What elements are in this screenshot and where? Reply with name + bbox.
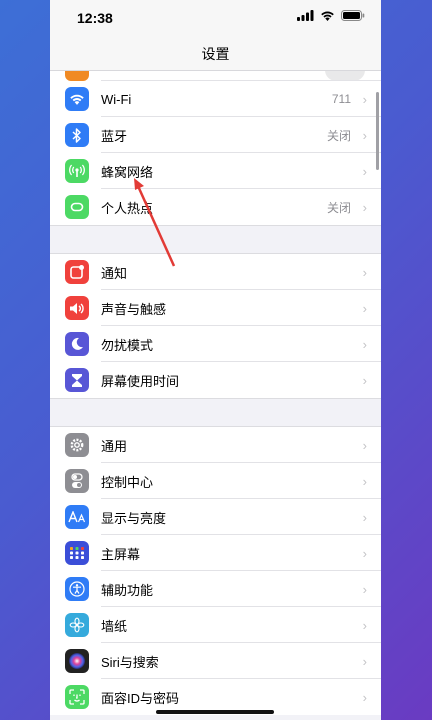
hourglass-icon — [65, 368, 89, 392]
toggles-icon — [65, 469, 89, 493]
accessibility-icon — [65, 577, 89, 601]
faceid-icon — [65, 685, 89, 709]
row-value: 关闭 — [326, 200, 351, 215]
row-general[interactable]: 通用 › — [50, 427, 381, 463]
chevron-right-icon: › — [362, 199, 367, 215]
row-hotspot[interactable]: 个人热点 关闭 › — [50, 189, 381, 225]
status-time: 12:38 — [77, 10, 113, 26]
gear-icon — [65, 433, 89, 457]
row-notifications[interactable]: 通知 › — [50, 254, 381, 290]
general-group: 通用 › 控制中心 › 显示与亮度 › 主屏幕 › 辅助功能 › 墙纸 › Si… — [50, 427, 381, 715]
row-label: 控制中心 — [101, 474, 154, 490]
grid-icon — [65, 541, 89, 565]
row-label: 显示与亮度 — [101, 510, 167, 526]
row-label: 屏幕使用时间 — [101, 373, 180, 389]
row-label: 蓝牙 — [101, 128, 128, 144]
row-siri-search[interactable]: Siri与搜索 › — [50, 643, 381, 679]
row-label: 通用 — [101, 438, 128, 454]
row-label: 辅助功能 — [101, 582, 154, 598]
connectivity-group: Wi-Fi 711 › 蓝牙 关闭 › 蜂窝网络 › 个人热点 关闭 › — [50, 81, 381, 225]
speaker-icon — [65, 296, 89, 320]
partial-row-airplane[interactable] — [50, 71, 381, 81]
home-indicator[interactable] — [156, 710, 274, 714]
chevron-right-icon: › — [362, 300, 367, 316]
chevron-right-icon: › — [362, 473, 367, 489]
settings-list[interactable]: Wi-Fi 711 › 蓝牙 关闭 › 蜂窝网络 › 个人热点 关闭 › 通知 … — [50, 71, 381, 715]
row-display-brightness[interactable]: 显示与亮度 › — [50, 499, 381, 535]
row-label: 通知 — [101, 265, 128, 281]
navigation-bar: 设置 — [50, 36, 381, 71]
chevron-right-icon: › — [362, 689, 367, 705]
row-value: 关闭 — [326, 128, 351, 143]
chevron-right-icon: › — [362, 437, 367, 453]
notification-icon — [65, 260, 89, 284]
row-label: 声音与触感 — [101, 301, 167, 317]
page-title: 设置 — [201, 46, 230, 62]
aa-icon — [65, 505, 89, 529]
bluetooth-icon — [65, 123, 89, 147]
hotspot-icon — [65, 195, 89, 219]
chevron-right-icon: › — [362, 617, 367, 633]
chevron-right-icon: › — [362, 336, 367, 352]
row-wifi[interactable]: Wi-Fi 711 › — [50, 81, 381, 117]
chevron-right-icon: › — [362, 127, 367, 143]
chevron-right-icon: › — [362, 91, 367, 107]
chevron-right-icon: › — [362, 163, 367, 179]
row-cellular[interactable]: 蜂窝网络 › — [50, 153, 381, 189]
group-separator — [50, 225, 381, 254]
wifi-icon — [65, 87, 89, 111]
row-home-screen[interactable]: 主屏幕 › — [50, 535, 381, 571]
chevron-right-icon: › — [362, 545, 367, 561]
settings-screen: 12:38 设置 Wi-Fi 711 › 蓝牙 关闭 › 蜂窝网络 › 个人热点… — [50, 0, 381, 720]
row-screen-time[interactable]: 屏幕使用时间 › — [50, 362, 381, 398]
signal-icon — [297, 10, 314, 21]
airplane-icon — [65, 71, 89, 81]
row-label: 面容ID与密码 — [101, 690, 180, 706]
status-bar: 12:38 — [50, 0, 381, 36]
moon-icon — [65, 332, 89, 356]
row-accessibility[interactable]: 辅助功能 › — [50, 571, 381, 607]
row-label: Siri与搜索 — [101, 654, 159, 670]
group-separator — [50, 398, 381, 427]
row-wallpaper[interactable]: 墙纸 › — [50, 607, 381, 643]
flower-icon — [65, 613, 89, 637]
chevron-right-icon: › — [362, 653, 367, 669]
row-do-not-disturb[interactable]: 勿扰模式 › — [50, 326, 381, 362]
row-label: 个人热点 — [101, 200, 154, 216]
notifications-group: 通知 › 声音与触感 › 勿扰模式 › 屏幕使用时间 › — [50, 254, 381, 398]
chevron-right-icon: › — [362, 264, 367, 280]
scrollbar[interactable] — [376, 92, 379, 170]
row-label: 主屏幕 — [101, 546, 141, 562]
chevron-right-icon: › — [362, 372, 367, 388]
battery-icon — [341, 10, 365, 21]
chevron-right-icon: › — [362, 509, 367, 525]
antenna-icon — [65, 159, 89, 183]
row-label: Wi-Fi — [101, 91, 132, 107]
row-bluetooth[interactable]: 蓝牙 关闭 › — [50, 117, 381, 153]
row-label: 勿扰模式 — [101, 337, 154, 353]
row-label: 墙纸 — [101, 618, 128, 634]
chevron-right-icon: › — [362, 581, 367, 597]
row-value: 711 — [331, 92, 351, 106]
siri-icon — [65, 649, 89, 673]
row-sounds[interactable]: 声音与触感 › — [50, 290, 381, 326]
row-label: 蜂窝网络 — [101, 164, 154, 180]
wifi-status-icon — [321, 11, 334, 21]
row-control-center[interactable]: 控制中心 › — [50, 463, 381, 499]
